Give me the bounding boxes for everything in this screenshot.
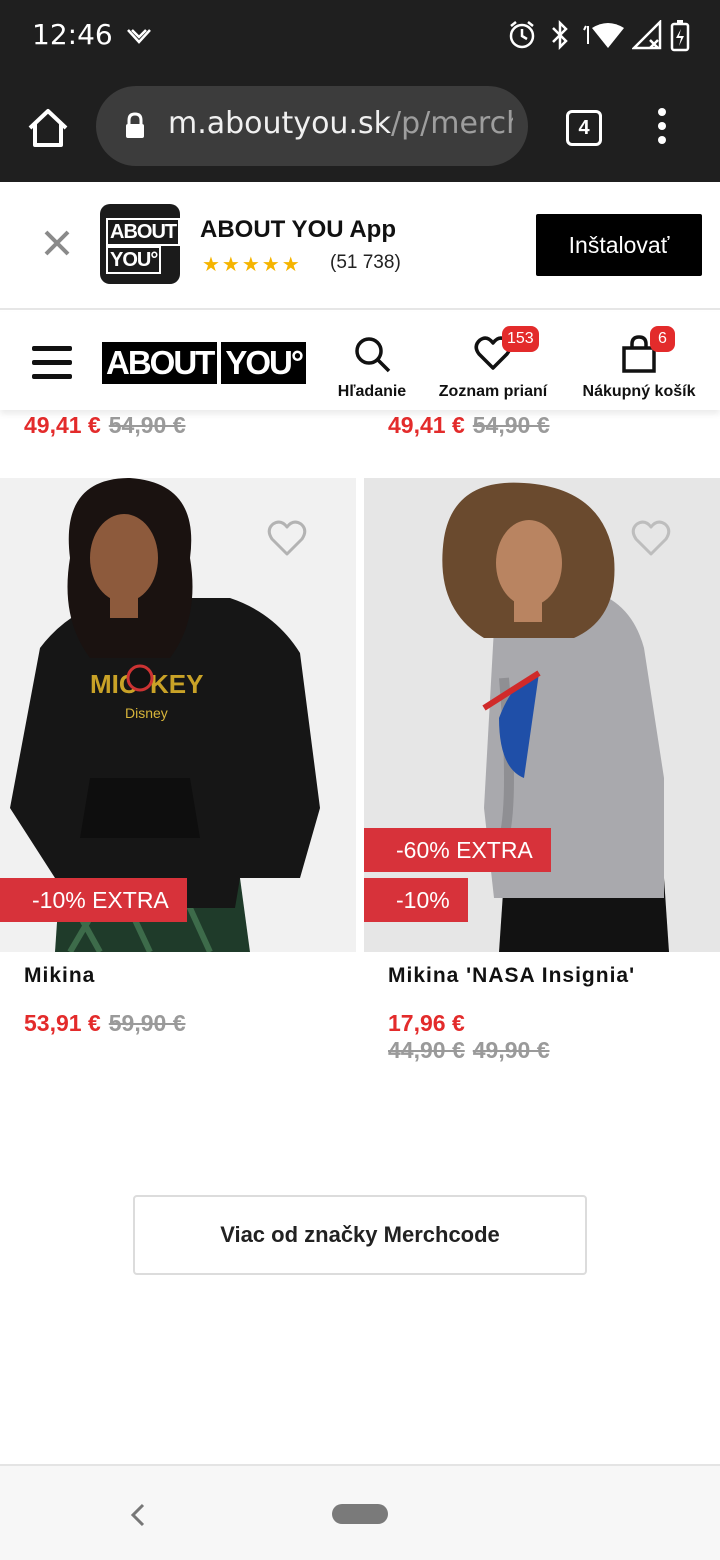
wishlist-heart-icon[interactable] xyxy=(266,518,308,558)
system-nav-bar xyxy=(0,1464,720,1560)
product-card-mikina[interactable]: MIC KEY Disney -10% EXTRA xyxy=(0,478,356,952)
cart-count-badge: 6 xyxy=(650,326,675,352)
product-title[interactable]: Mikina xyxy=(24,964,95,988)
price-current: 49,41 € xyxy=(24,412,101,438)
signal-app-icon xyxy=(127,29,151,44)
site-header: ABOUT YOU° Hľadanie 153 Zoznam prianí 6 N… xyxy=(0,312,720,410)
discount-tag: -10% xyxy=(364,878,468,922)
brand-logo-left: ABOUT xyxy=(102,342,218,384)
wishlist-button[interactable]: 153 Zoznam prianí xyxy=(430,326,556,401)
bluetooth-icon xyxy=(552,20,568,50)
url-path: /p/merch xyxy=(390,106,513,141)
discount-tag: -60% EXTRA xyxy=(364,828,551,872)
more-from-brand-button[interactable]: Viac od značky Merchcode xyxy=(133,1195,587,1275)
home-pill[interactable] xyxy=(332,1504,388,1524)
price-old: 54,90 € xyxy=(472,412,550,438)
app-logo: ABOUT YOU° xyxy=(100,204,181,284)
price-current: 17,96 € xyxy=(388,1010,465,1036)
app-name: ABOUT YOU App xyxy=(200,216,396,243)
install-button[interactable]: Inštalovať xyxy=(536,214,702,276)
search-button[interactable]: Hľadanie xyxy=(332,334,412,401)
product-price: 53,91 € 59,90 € xyxy=(24,1010,186,1037)
brand-logo-right: YOU° xyxy=(221,342,307,384)
price-old: 54,90 € xyxy=(108,412,186,438)
price-old: 59,90 € xyxy=(108,1010,186,1036)
url-bar[interactable]: m.aboutyou.sk/p/merch xyxy=(96,86,528,166)
brand-logo[interactable]: ABOUT YOU° xyxy=(102,342,307,384)
svg-text:KEY: KEY xyxy=(150,669,203,699)
svg-text:Disney: Disney xyxy=(125,705,168,721)
price-current: 49,41 € xyxy=(388,412,465,438)
wishlist-label: Zoznam prianí xyxy=(438,383,548,400)
alarm-icon xyxy=(509,21,535,49)
wishlist-count-badge: 153 xyxy=(502,326,539,352)
cart-button[interactable]: 6 Nákupný košík xyxy=(574,326,704,401)
wishlist-heart-icon[interactable] xyxy=(630,518,672,558)
tab-switcher-button[interactable]: 4 xyxy=(566,110,602,146)
menu-hamburger-icon[interactable] xyxy=(32,346,72,379)
price-old: 44,90 € xyxy=(388,1037,465,1063)
close-icon[interactable] xyxy=(42,228,72,258)
product-title[interactable]: Mikina 'NASA Insignia' xyxy=(388,964,635,988)
prev-product-price-left: 49,41 € 54,90 € xyxy=(24,412,186,439)
home-icon[interactable] xyxy=(26,106,70,150)
rating-count: (51 738) xyxy=(330,252,401,273)
wifi-icon xyxy=(583,23,624,48)
product-card-nasa-insignia[interactable]: -60% EXTRA -10% xyxy=(364,478,720,952)
price-current: 53,91 € xyxy=(24,1010,101,1036)
rating-stars: ★★★★★ xyxy=(202,254,302,276)
search-icon xyxy=(355,337,391,373)
status-bar: 12:46 xyxy=(0,0,720,72)
price-old: 49,90 € xyxy=(472,1037,550,1063)
app-logo-line1: ABOUT xyxy=(106,218,181,246)
product-price: 17,96 € 44,90 € 49,90 € xyxy=(388,1010,550,1064)
cellular-icon xyxy=(632,20,662,50)
back-icon[interactable] xyxy=(128,1502,148,1528)
app-logo-line2: YOU° xyxy=(106,246,162,274)
app-install-banner: ABOUT YOU° ABOUT YOU App ★★★★★ (51 738) I… xyxy=(0,182,720,310)
discount-tag: -10% EXTRA xyxy=(0,878,187,922)
url-text: m.aboutyou.sk/p/merch xyxy=(168,106,513,141)
search-label: Hľadanie xyxy=(337,383,407,400)
cart-label: Nákupný košík xyxy=(582,383,696,400)
status-time: 12:46 xyxy=(32,18,113,51)
url-host: m.aboutyou.sk xyxy=(168,106,391,141)
browser-menu-icon[interactable] xyxy=(652,108,672,148)
battery-icon xyxy=(670,20,690,52)
browser-toolbar: m.aboutyou.sk/p/merch 4 xyxy=(0,72,720,182)
prev-product-price-right: 49,41 € 54,90 € xyxy=(388,412,550,439)
lock-icon xyxy=(126,112,144,138)
